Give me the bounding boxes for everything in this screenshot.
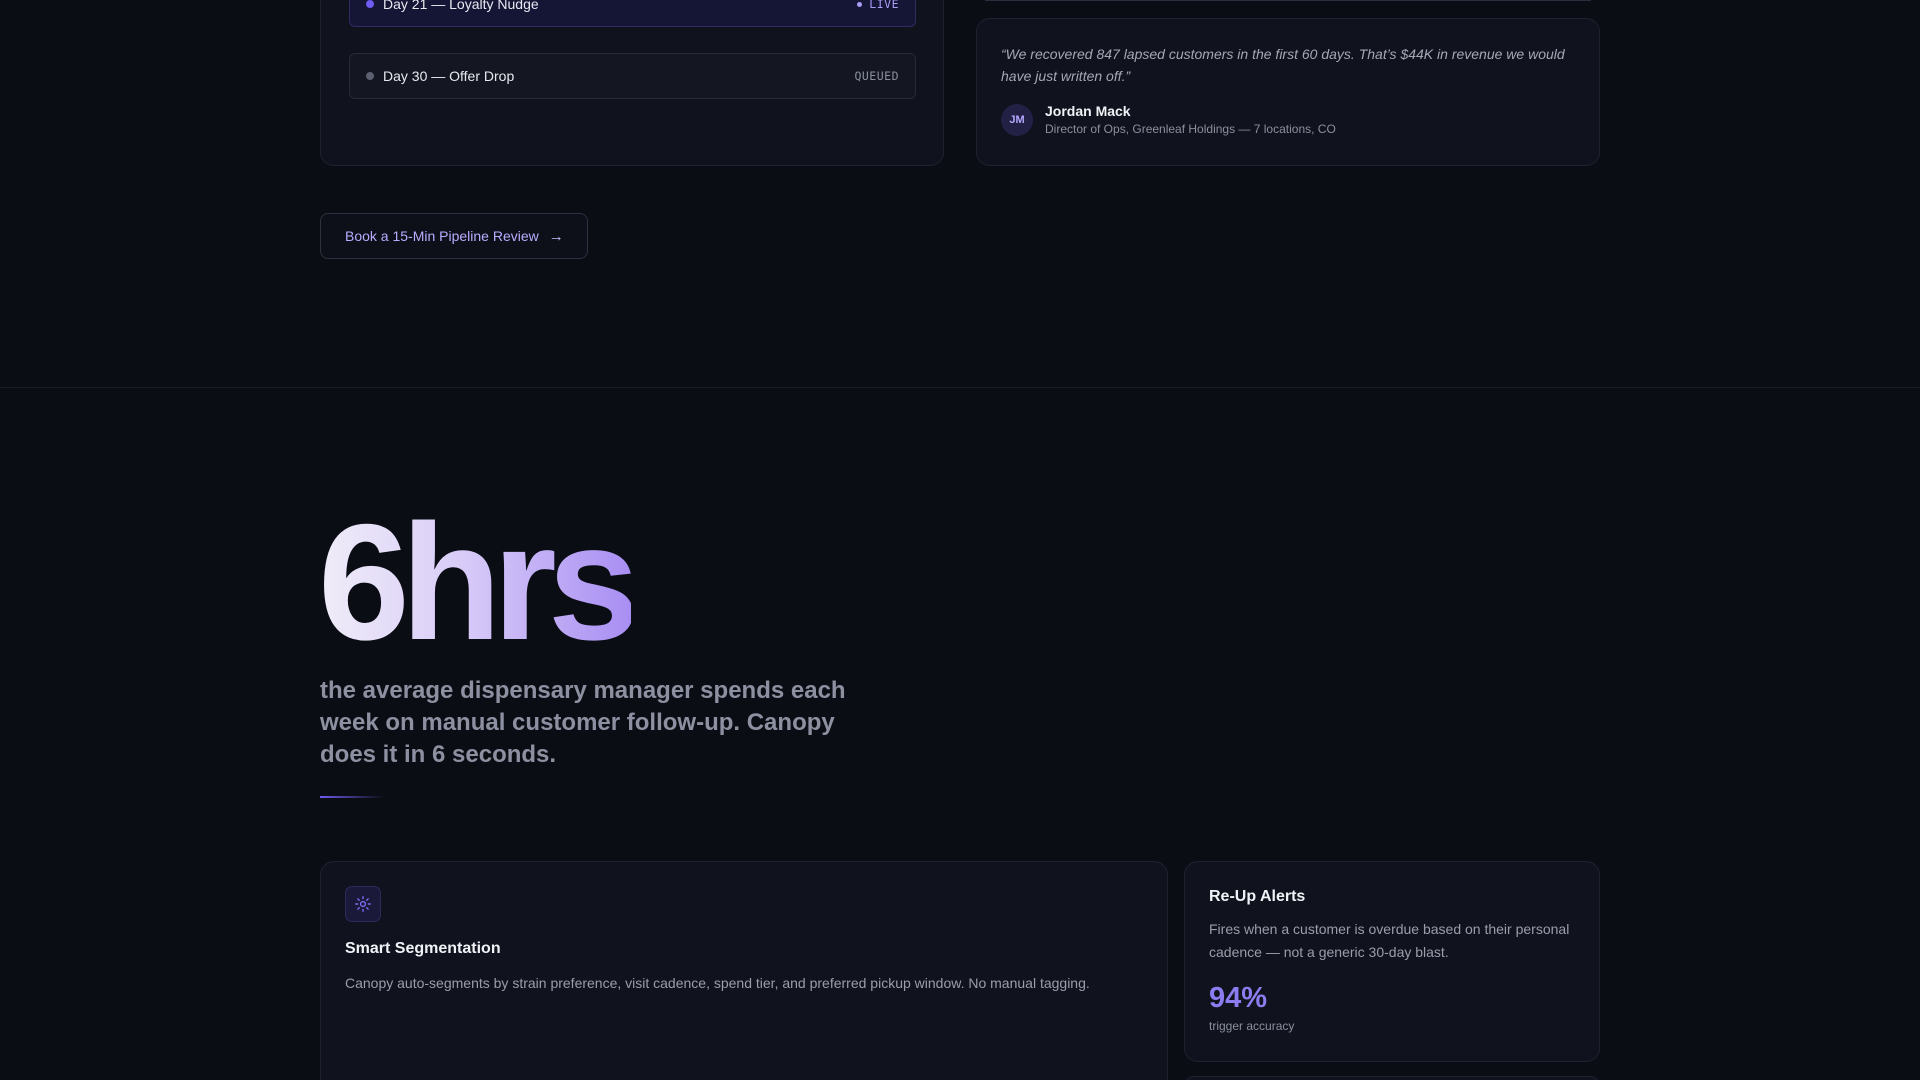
author-info: Jordan Mack Director of Ops, Greenleaf H… xyxy=(1045,103,1336,136)
status-badge: LIVE xyxy=(857,0,899,11)
page: Day 21 — Loyalty Nudge LIVE Day 30 — Off… xyxy=(0,0,1920,1080)
metric-label: trigger accuracy xyxy=(1209,1019,1295,1033)
step-status-dot xyxy=(366,0,374,8)
testimonial-card: “We recovered 847 lapsed customers in th… xyxy=(976,18,1600,166)
feature-title: Smart Segmentation xyxy=(345,940,501,957)
step-label: Day 30 — Offer Drop xyxy=(383,68,515,84)
testimonial-quote: “We recovered 847 lapsed customers in th… xyxy=(1001,46,1565,84)
book-review-button-label: Book a 15-Min Pipeline Review xyxy=(345,228,539,244)
author-role: Director of Ops, Greenleaf Holdings — 7 … xyxy=(1045,122,1336,136)
hero-caption: the average dispensary manager spends ea… xyxy=(320,677,846,768)
pipeline-card: Day 21 — Loyalty Nudge LIVE Day 30 — Off… xyxy=(320,0,944,166)
step-label: Day 21 — Loyalty Nudge xyxy=(383,0,539,12)
accent-underline xyxy=(320,796,384,798)
live-dot-icon xyxy=(857,1,863,7)
feature-description: Canopy auto-segments by strain preferenc… xyxy=(345,975,1090,991)
arrow-right-icon: → xyxy=(548,227,564,245)
hero-stat: 6hrs xyxy=(318,490,640,674)
feature-title: Re-Up Alerts xyxy=(1209,888,1306,905)
section-divider xyxy=(0,387,1920,388)
feature-description: Fires when a customer is overdue based o… xyxy=(1209,921,1570,960)
status-badge: QUEUED xyxy=(854,69,899,83)
status-text: QUEUED xyxy=(854,69,899,83)
book-review-button[interactable]: Book a 15-Min Pipeline Review → xyxy=(320,213,588,259)
pipeline-step-queued[interactable]: Day 30 — Offer Drop QUEUED xyxy=(349,53,916,99)
status-text: LIVE xyxy=(869,0,899,11)
metric-value: 94% xyxy=(1209,982,1268,1014)
gear-icon xyxy=(345,886,381,922)
card-edge-divider xyxy=(985,0,1591,1)
avatar: JM xyxy=(1001,103,1033,136)
feature-card-reup-alerts: Re-Up Alerts Fires when a customer is ov… xyxy=(1184,861,1600,1062)
step-status-dot xyxy=(366,72,374,80)
pipeline-step-live[interactable]: Day 21 — Loyalty Nudge LIVE xyxy=(349,0,916,27)
next-card-edge xyxy=(1184,1076,1600,1080)
testimonial-author: JM Jordan Mack Director of Ops, Greenlea… xyxy=(1001,103,1575,136)
author-name: Jordan Mack xyxy=(1045,103,1131,119)
feature-card-segmentation: Smart Segmentation Canopy auto-segments … xyxy=(320,861,1168,1080)
